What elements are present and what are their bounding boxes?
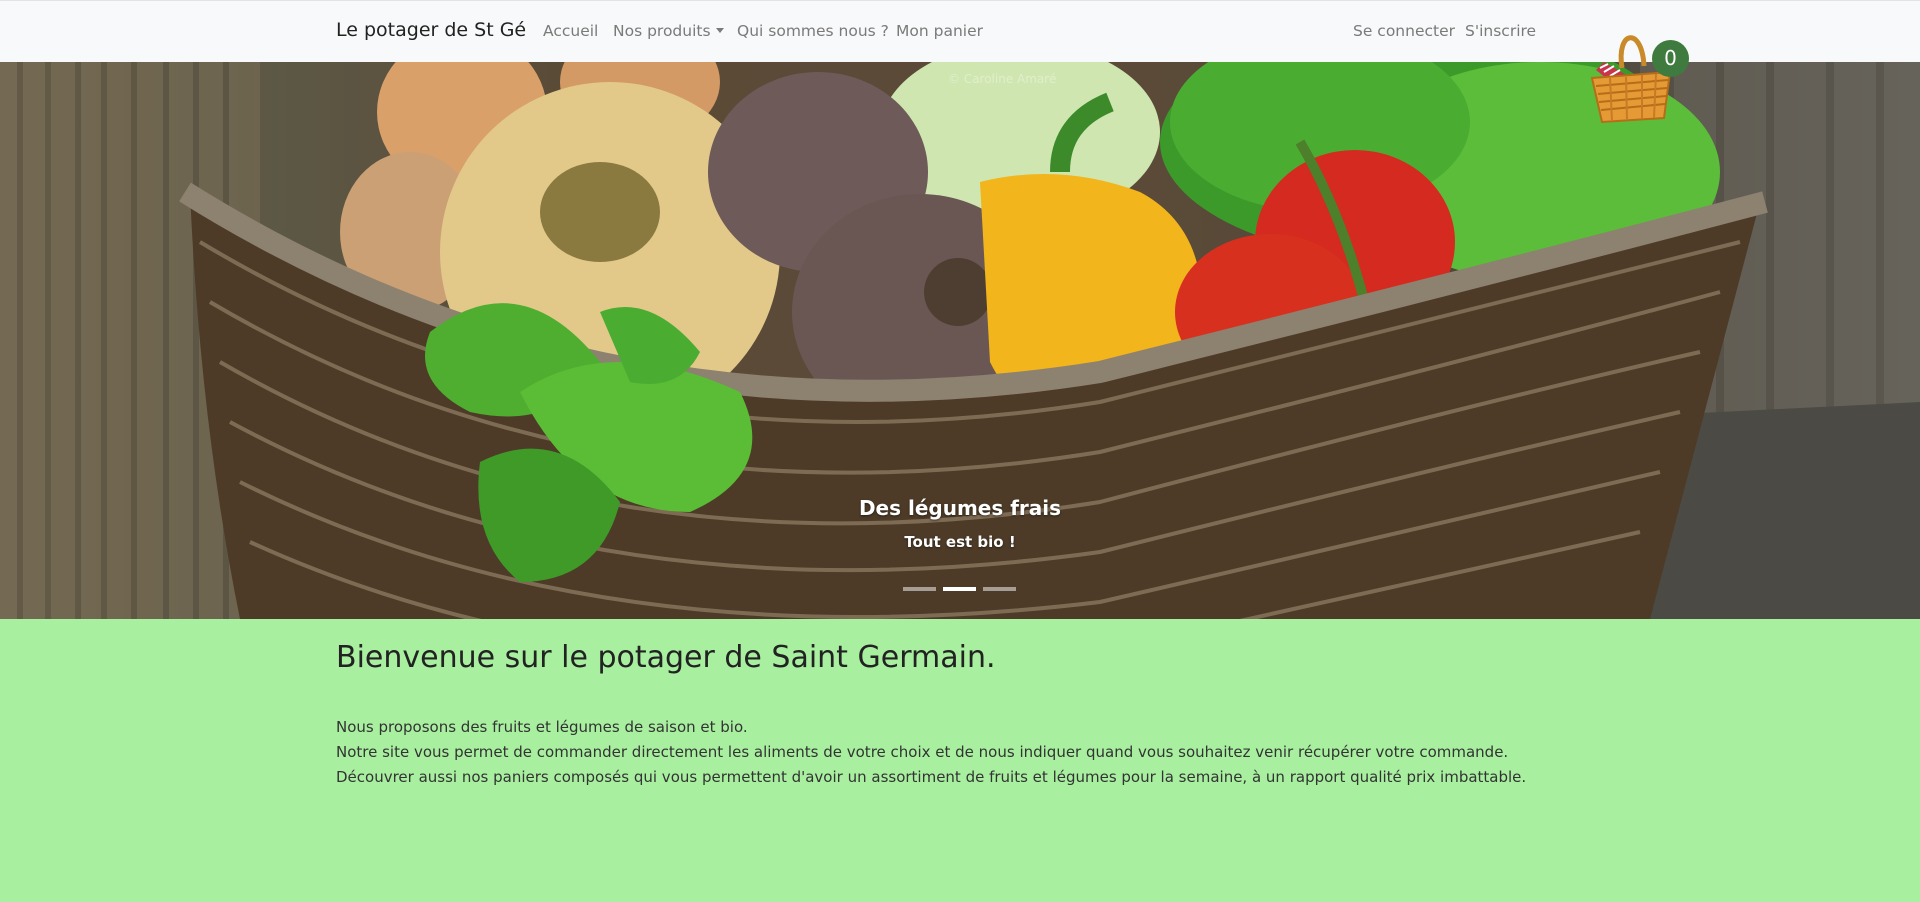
intro-line-1: Nous proposons des fruits et légumes de …	[336, 718, 748, 736]
nav-sinscrire[interactable]: S'inscrire	[1465, 22, 1536, 40]
cart-button[interactable]: 0	[1586, 20, 1692, 124]
carousel-caption-title: Des légumes frais	[858, 496, 1062, 520]
intro-text: Nous proposons des fruits et légumes de …	[336, 715, 1526, 790]
nav-qui-sommes-nous[interactable]: Qui sommes nous ?	[737, 22, 889, 40]
nav-accueil[interactable]: Accueil	[543, 22, 598, 40]
hero-carousel[interactable]: © Caroline Amaré Des légumes frais Tout …	[0, 62, 1920, 619]
intro-line-3: Découvrer aussi nos paniers composés qui…	[336, 768, 1527, 786]
carousel-indicator-2[interactable]	[943, 587, 976, 591]
photo-credit: © Caroline Amaré	[948, 72, 1057, 86]
carousel-indicator-1[interactable]	[903, 587, 936, 591]
cart-count-badge: 0	[1652, 40, 1689, 77]
welcome-heading: Bienvenue sur le potager de Saint Germai…	[336, 640, 996, 675]
carousel-caption-subtitle: Tout est bio !	[904, 533, 1016, 551]
nav-nos-produits-label: Nos produits	[613, 22, 711, 40]
main-content: Bienvenue sur le potager de Saint Germai…	[336, 640, 1586, 786]
brand-link[interactable]: Le potager de St Gé	[336, 19, 526, 41]
intro-line-2: Notre site vous permet de commander dire…	[336, 743, 1509, 761]
nav-mon-panier[interactable]: Mon panier	[896, 22, 983, 40]
nav-nos-produits[interactable]: Nos produits	[613, 22, 724, 40]
nav-se-connecter[interactable]: Se connecter	[1353, 22, 1455, 40]
carousel-indicator-3[interactable]	[983, 587, 1016, 591]
chevron-down-icon	[715, 28, 724, 33]
